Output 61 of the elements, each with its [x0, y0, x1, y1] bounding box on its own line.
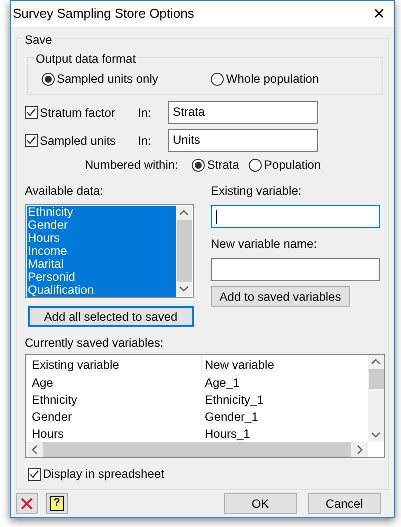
close-button[interactable]: ✕: [373, 6, 386, 22]
table-cell-text: Hours: [32, 426, 66, 442]
chevron-up-icon: [179, 209, 189, 217]
list-label: Available data:: [25, 183, 105, 200]
checkbox-label: Stratum factor: [40, 104, 116, 122]
text-field[interactable]: [211, 205, 380, 228]
field-label: Existing variable:: [211, 183, 303, 200]
radio-label: Whole population: [226, 71, 320, 88]
list-item[interactable]: Income: [27, 245, 176, 258]
field-label: In:: [138, 132, 152, 150]
radio-label: Population: [264, 157, 322, 174]
scroll-thumb[interactable]: [368, 369, 384, 389]
table-cell-text: Ethnicity: [32, 392, 78, 408]
radio-label: Sampled units only: [57, 71, 158, 88]
chevron-down-icon: [371, 431, 381, 439]
button[interactable]: Add to saved variables: [211, 286, 350, 307]
scrollbar[interactable]: [176, 206, 192, 296]
table-cell-text: Gender: [32, 408, 74, 426]
table-cell-text: Age: [32, 374, 54, 392]
checkbox[interactable]: [25, 106, 38, 119]
scrollbar[interactable]: [368, 355, 384, 442]
clear-button[interactable]: [16, 493, 38, 514]
table-cell-text: Age_1: [204, 374, 240, 392]
column-header[interactable]: New variable: [202, 355, 274, 374]
radio-button[interactable]: [192, 158, 206, 172]
scroll-thumb[interactable]: [176, 220, 192, 282]
help-button[interactable]: ?: [46, 493, 68, 514]
table-cell-text: Ethnicity_1: [204, 392, 264, 408]
text-field[interactable]: Units: [168, 129, 318, 152]
radio-button[interactable]: [211, 72, 224, 86]
table-cell-text: Hours_1: [204, 426, 250, 442]
button[interactable]: Add all selected to saved: [28, 306, 194, 327]
checkbox[interactable]: [28, 468, 41, 480]
radio-button[interactable]: [42, 72, 55, 86]
checkbox-label: Display in spreadsheet: [43, 466, 164, 483]
chevron-down-icon: [179, 285, 189, 293]
table-label: Currently saved variables:: [25, 335, 165, 352]
list-item[interactable]: Ethnicity: [27, 206, 176, 219]
chevron-right-icon: [356, 444, 364, 454]
checkbox[interactable]: [25, 134, 38, 147]
chevron-left-icon: [30, 444, 38, 454]
field-label: Numbered within:: [85, 157, 178, 174]
list-item[interactable]: Gender: [27, 219, 176, 232]
chevron-up-icon: [371, 358, 381, 366]
window-title: Survey Sampling Store Options: [13, 5, 194, 24]
field-label: New variable name:: [211, 236, 318, 253]
cross-icon: [21, 498, 33, 510]
field-label: In:: [138, 104, 152, 122]
list-item[interactable]: Qualification: [27, 284, 176, 297]
list-item[interactable]: Marital: [27, 258, 176, 271]
radio-button[interactable]: [249, 158, 262, 172]
column-header[interactable]: Existing variable: [32, 355, 202, 374]
text-field[interactable]: Strata: [168, 101, 318, 124]
button[interactable]: OK: [224, 493, 297, 514]
table-cell-text: Gender_1: [204, 408, 258, 426]
list-item[interactable]: Personid: [27, 271, 176, 284]
checkbox-label: Sampled units: [40, 132, 118, 150]
list-item[interactable]: Hours: [27, 232, 176, 245]
radio-label: Strata: [207, 157, 240, 174]
text-field[interactable]: [211, 258, 380, 281]
button[interactable]: Cancel: [308, 493, 381, 514]
